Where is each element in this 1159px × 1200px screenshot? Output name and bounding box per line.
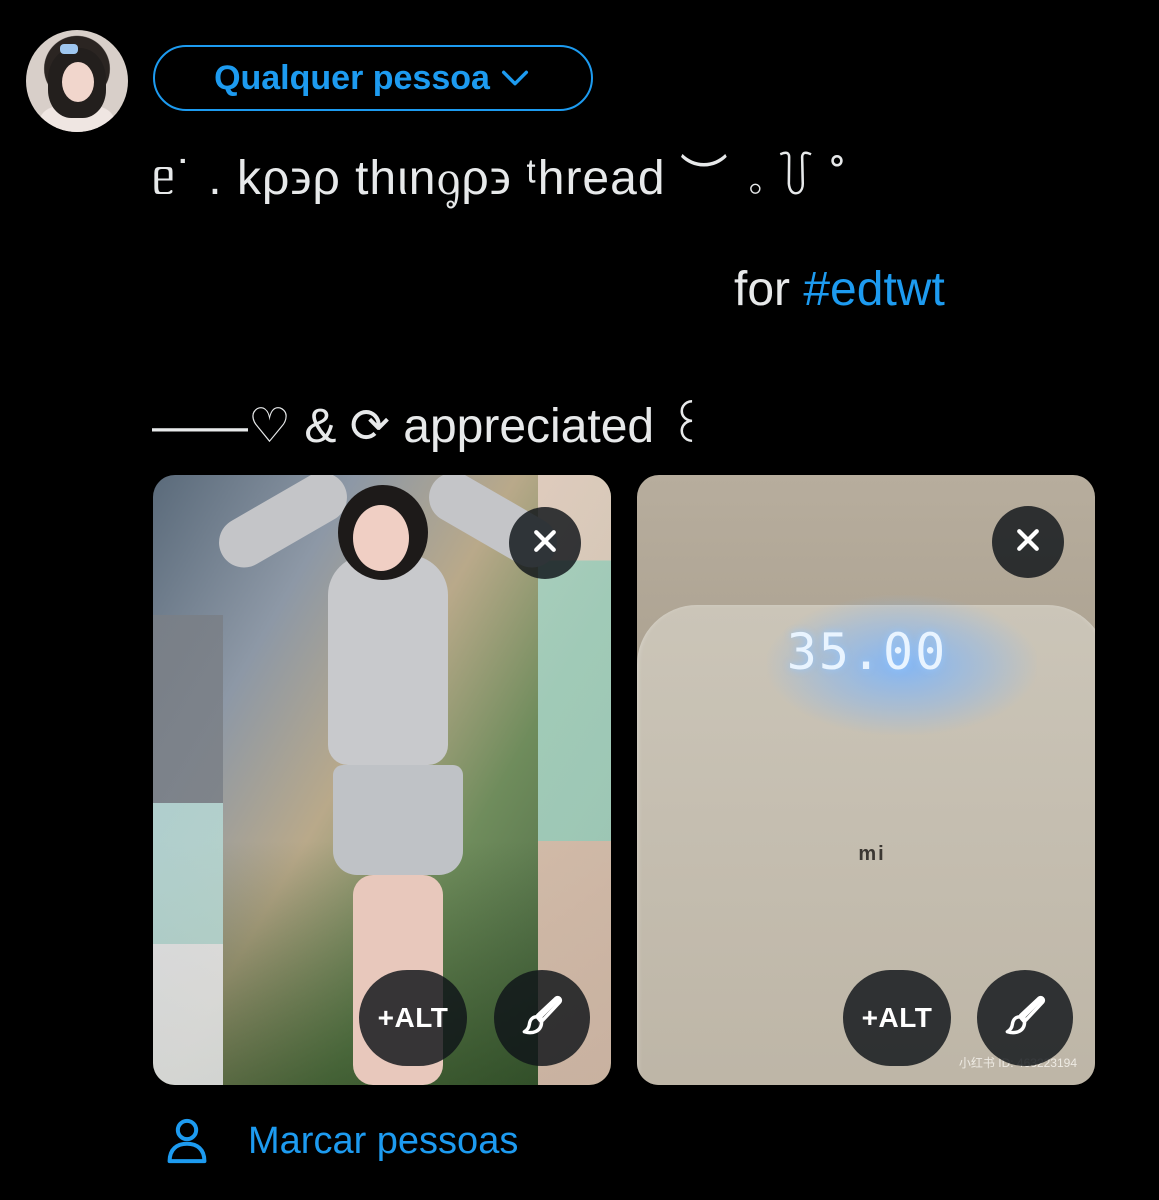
post-text-line-2[interactable]: for #edtwt <box>734 262 945 317</box>
media-attachment-1[interactable]: +ALT <box>153 475 611 1085</box>
edit-media-button[interactable] <box>977 970 1073 1066</box>
remove-media-button[interactable] <box>992 506 1064 578</box>
audience-label: Qualquer pessoa <box>214 58 490 97</box>
scale-reading: 35.00 <box>786 623 948 681</box>
post-text-line-3[interactable]: ——♡ & ⟳ appreciated ꒰ <box>152 390 705 454</box>
scale-brand-logo: mi <box>858 843 886 865</box>
edit-media-button[interactable] <box>494 970 590 1066</box>
brush-icon <box>519 993 565 1044</box>
chevron-down-icon <box>498 61 532 95</box>
add-alt-text-button[interactable]: +ALT <box>843 970 951 1066</box>
hashtag-link[interactable]: #edtwt <box>803 263 944 316</box>
brush-icon <box>1002 993 1048 1044</box>
add-alt-text-button[interactable]: +ALT <box>359 970 467 1066</box>
tag-people-label: Marcar pessoas <box>248 1119 519 1162</box>
person-icon <box>162 1116 212 1166</box>
avatar[interactable] <box>26 30 128 132</box>
background-performer <box>153 615 223 1085</box>
close-icon <box>530 521 560 566</box>
compose-screen: Qualquer pessoa ᥱ˙ . kρ϶ρ thιnᧁρ϶ ᵗhread… <box>0 0 1159 1200</box>
audience-selector-button[interactable]: Qualquer pessoa <box>153 45 593 111</box>
remove-media-button[interactable] <box>509 507 581 579</box>
post-text-prefix: for <box>734 263 804 316</box>
media-attachment-2[interactable]: 35.00 mi 小红书 ID: 463223194 +ALT <box>637 475 1095 1085</box>
close-icon <box>1013 520 1043 565</box>
post-text-line-1[interactable]: ᥱ˙ . kρ϶ρ thιnᧁρ϶ ᵗhread ︶ ｡ ꒦ ˚ <box>152 138 847 209</box>
tag-people-button[interactable]: Marcar pessoas <box>162 1116 518 1166</box>
